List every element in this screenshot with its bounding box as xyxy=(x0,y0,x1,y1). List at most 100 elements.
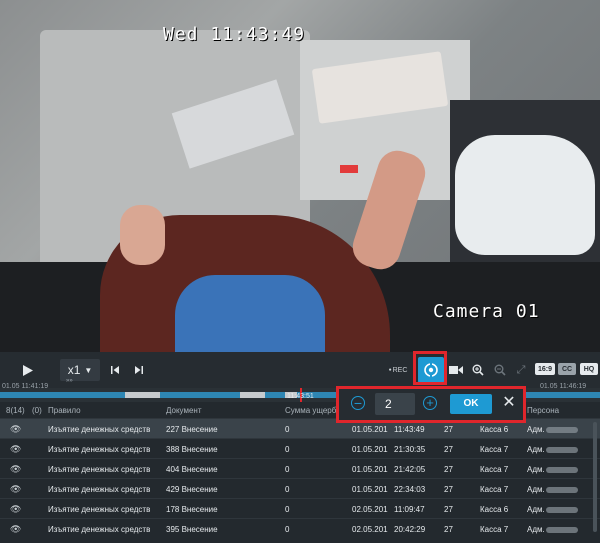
cell-person: Адм. xyxy=(527,465,578,474)
table-row[interactable]: 👁 Изъятие денежных средств 429 Внесение … xyxy=(0,478,600,499)
cell-time: 20:42:29 xyxy=(394,525,426,534)
cell-damage: 0 xyxy=(285,445,290,454)
person-name: Адм. xyxy=(527,445,545,454)
cell-num: 27 xyxy=(444,445,453,454)
osd-camera-label: Camera 01 xyxy=(433,301,540,322)
table-row[interactable]: 👁 Изъятие денежных средств 178 Внесение … xyxy=(0,498,600,519)
osd-timestamp: Wed 11:43:49 xyxy=(163,24,306,45)
cell-kassa: Касса 6 xyxy=(480,505,509,514)
video-feed[interactable]: Wed 11:43:49 Camera 01 xyxy=(0,0,600,352)
play-button[interactable] xyxy=(20,360,36,380)
fullscreen-button[interactable]: ⤢ xyxy=(514,360,528,380)
header-document[interactable]: Документ xyxy=(166,406,202,415)
cell-damage: 0 xyxy=(285,485,290,494)
cell-kassa: Касса 7 xyxy=(480,525,509,534)
cell-person: Адм. xyxy=(527,525,578,534)
eye-icon[interactable]: 👁 xyxy=(10,504,21,515)
speed-label: x1 xyxy=(67,363,81,377)
eye-icon[interactable]: 👁 xyxy=(10,464,21,475)
prev-frame-button[interactable] xyxy=(108,360,122,380)
rec-indicator[interactable]: ● REC xyxy=(385,360,411,380)
cell-time: 21:42:05 xyxy=(394,465,426,474)
cell-date: 01.05.201 xyxy=(352,465,388,474)
camera-button[interactable] xyxy=(448,360,464,380)
next-frame-button[interactable] xyxy=(132,360,146,380)
target-button[interactable] xyxy=(418,357,444,383)
scene-vest xyxy=(175,275,325,352)
value-input[interactable]: 2 xyxy=(375,393,415,415)
cell-time: 21:30:35 xyxy=(394,445,426,454)
header-zero: (0) xyxy=(32,406,42,415)
decrement-button[interactable]: − xyxy=(351,396,365,410)
cell-document: 388 Внесение xyxy=(166,445,218,454)
rec-label: REC xyxy=(392,366,408,374)
cell-rule: Изъятие денежных средств xyxy=(48,485,151,494)
person-name: Адм. xyxy=(527,525,545,534)
cell-document: 227 Внесение xyxy=(166,425,218,434)
cell-date: 01.05.201 xyxy=(352,445,388,454)
step-back-icon xyxy=(111,366,119,374)
cell-rule: Изъятие денежных средств xyxy=(48,445,151,454)
cell-document: 429 Внесение xyxy=(166,485,218,494)
cell-num: 27 xyxy=(444,485,453,494)
cell-time: 22:34:03 xyxy=(394,485,426,494)
timeline-end-label: 01.05 11:46:19 xyxy=(540,383,587,390)
speed-select[interactable]: x1 ▼ »» xyxy=(60,359,100,384)
cell-kassa: Касса 6 xyxy=(480,425,509,434)
timeline-gap xyxy=(125,392,160,398)
person-name: Адм. xyxy=(527,505,545,514)
eye-icon[interactable]: 👁 xyxy=(10,484,21,495)
timeline-gap xyxy=(240,392,265,398)
eye-icon[interactable]: 👁 xyxy=(10,524,21,535)
header-rule[interactable]: Правило xyxy=(48,406,81,415)
zoom-out-button[interactable] xyxy=(492,360,508,380)
cc-button[interactable]: CC xyxy=(558,363,576,375)
target-icon xyxy=(424,363,438,377)
cell-rule: Изъятие денежных средств xyxy=(48,525,151,534)
hq-button[interactable]: HQ xyxy=(580,363,598,375)
table-scrollbar[interactable] xyxy=(593,422,597,532)
cell-kassa: Касса 7 xyxy=(480,465,509,474)
table-row[interactable]: 👁 Изъятие денежных средств 404 Внесение … xyxy=(0,458,600,479)
cell-kassa: Касса 7 xyxy=(480,485,509,494)
plus-icon: + xyxy=(426,395,434,410)
zoom-in-button[interactable] xyxy=(470,360,486,380)
cell-num: 27 xyxy=(444,525,453,534)
cell-num: 27 xyxy=(444,505,453,514)
cell-person: Адм. xyxy=(527,425,578,434)
cell-rule: Изъятие денежных средств xyxy=(48,465,151,474)
zoom-in-icon xyxy=(472,364,484,376)
header-person[interactable]: Персона xyxy=(527,406,559,415)
increment-button[interactable]: + xyxy=(423,396,437,410)
aspect-ratio-button[interactable]: 16:9 xyxy=(535,363,555,375)
table-row[interactable]: 👁 Изъятие денежных средств 388 Внесение … xyxy=(0,438,600,459)
timeline-center-label: 11:43:51 xyxy=(287,393,314,400)
cell-person: Адм. xyxy=(527,505,578,514)
close-icon[interactable]: ✕ xyxy=(501,392,517,414)
cell-document: 395 Внесение xyxy=(166,525,218,534)
cell-damage: 0 xyxy=(285,525,290,534)
cell-date: 02.05.201 xyxy=(352,525,388,534)
cell-damage: 0 xyxy=(285,465,290,474)
cell-time: 11:43:49 xyxy=(394,425,425,434)
cell-date: 02.05.201 xyxy=(352,505,388,514)
table-row[interactable]: 👁 Изъятие денежных средств 395 Внесение … xyxy=(0,518,600,539)
cell-document: 404 Внесение xyxy=(166,465,218,474)
eye-icon[interactable]: 👁 xyxy=(10,444,21,455)
header-damage[interactable]: Сумма ущерба xyxy=(285,406,341,415)
chevron-down-icon: ▼ xyxy=(84,365,93,375)
person-name: Адм. xyxy=(527,465,545,474)
cell-num: 27 xyxy=(444,465,453,474)
cell-person: Адм. xyxy=(527,445,578,454)
eye-icon[interactable]: 👁 xyxy=(10,424,21,435)
person-name: Адм. xyxy=(527,485,545,494)
cell-damage: 0 xyxy=(285,425,290,434)
cell-rule: Изъятие денежных средств xyxy=(48,505,151,514)
scene-bag xyxy=(455,135,595,255)
ok-button[interactable]: OK xyxy=(450,394,492,414)
player-toolbar: x1 ▼ »» ● REC ⤢ 16:9 CC HQ xyxy=(0,352,600,388)
fullscreen-icon: ⤢ xyxy=(516,363,526,376)
scene-scanner-light xyxy=(340,165,358,173)
speed-sub-label: »» xyxy=(66,378,73,384)
redacted-mark xyxy=(545,506,578,513)
